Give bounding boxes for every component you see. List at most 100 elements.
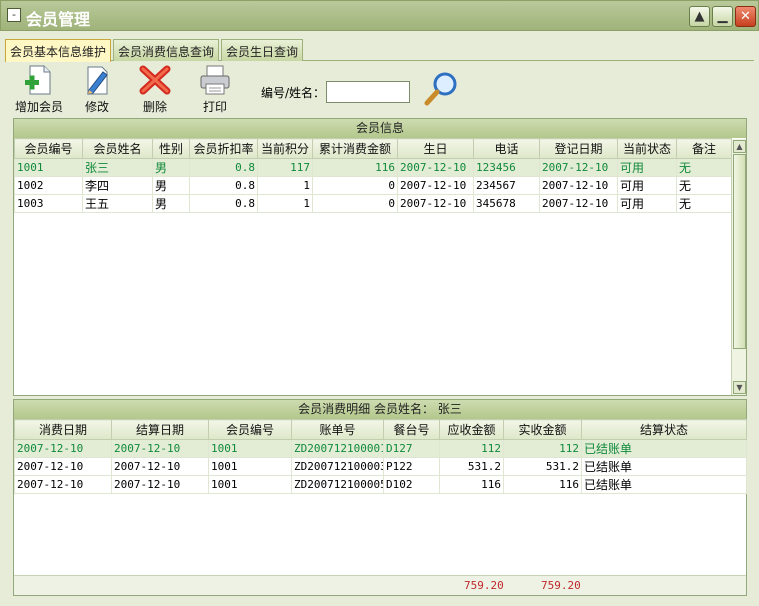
cell: 1001: [14, 158, 83, 177]
print-label: 打印: [202, 100, 227, 114]
delete-label: 删除: [142, 100, 167, 114]
toolbar: 增加会员 修改 删除 打印 编号/姓名：: [5, 62, 754, 118]
cell: 1003: [14, 194, 83, 213]
col-bill-no[interactable]: 账单号: [291, 419, 384, 440]
cell: 123456: [473, 158, 540, 177]
cell: 可用: [617, 194, 677, 213]
close-button[interactable]: ✕: [735, 6, 756, 27]
col-member-id[interactable]: 会员编号: [208, 419, 292, 440]
restore-button[interactable]: ▲: [689, 6, 710, 27]
cell: 1: [257, 194, 313, 213]
table-row[interactable]: 2007-12-10 2007-12-10 1001 ZD20071210000…: [14, 439, 747, 458]
table-row[interactable]: 2007-12-10 2007-12-10 1001 ZD20071210000…: [14, 457, 747, 476]
consumption-detail-panel: 会员消费明细 会员姓名： 张三 消费日期 结算日期 会员编号 账单号 餐台号 应…: [13, 399, 747, 596]
cell: 已结账单: [581, 475, 747, 494]
cell: 1001: [208, 439, 292, 458]
cell: 0: [312, 176, 398, 195]
cell: 2007-12-10: [111, 457, 209, 476]
col-table-no[interactable]: 餐台号: [383, 419, 440, 440]
cell: D127: [383, 439, 440, 458]
add-member-label: 增加会员: [14, 100, 63, 114]
cell: 531.2: [503, 457, 582, 476]
col-register-date[interactable]: 登记日期: [539, 138, 618, 159]
col-received[interactable]: 实收金额: [503, 419, 582, 440]
tab-consumption-query[interactable]: 会员消费信息查询: [113, 39, 220, 61]
col-phone[interactable]: 电话: [473, 138, 540, 159]
delete-button[interactable]: 删除: [135, 64, 175, 115]
table-row[interactable]: 2007-12-10 2007-12-10 1001 ZD20071210000…: [14, 475, 747, 494]
cell: 1002: [14, 176, 83, 195]
cell: P122: [383, 457, 440, 476]
print-button[interactable]: 打印: [195, 64, 235, 115]
member-info-panel: 会员信息 会员编号 会员姓名 性别 会员折扣率 当前积分 累计消费金额 生日 电…: [13, 118, 747, 396]
cell: 2007-12-10: [111, 439, 209, 458]
col-points[interactable]: 当前积分: [257, 138, 313, 159]
cell: 王五: [82, 194, 153, 213]
add-document-icon: [25, 65, 51, 95]
cell: 无: [676, 158, 732, 177]
col-receivable[interactable]: 应收金额: [439, 419, 504, 440]
cell: 116: [503, 475, 582, 494]
cell: 112: [503, 439, 582, 458]
member-info-title: 会员信息: [14, 119, 746, 138]
col-member-name[interactable]: 会员姓名: [82, 138, 153, 159]
cell: 李四: [82, 176, 153, 195]
col-birthday[interactable]: 生日: [397, 138, 474, 159]
cell: ZD200712100003: [291, 457, 384, 476]
col-discount[interactable]: 会员折扣率: [189, 138, 258, 159]
tab-bar: 会员基本信息维护 会员消费信息查询 会员生日查询: [5, 39, 754, 62]
printer-icon: [200, 65, 230, 95]
search-icon[interactable]: [423, 70, 461, 108]
tab-birthday-query[interactable]: 会员生日查询: [221, 39, 304, 61]
cell: 345678: [473, 194, 540, 213]
col-total-spent[interactable]: 累计消费金额: [312, 138, 398, 159]
cell: 男: [152, 158, 190, 177]
cell: 已结账单: [581, 457, 747, 476]
cell: D102: [383, 475, 440, 494]
edit-label: 修改: [84, 100, 109, 114]
scroll-down-icon[interactable]: ▼: [733, 381, 746, 394]
cell: 2007-12-10: [397, 158, 474, 177]
member-table-scrollbar[interactable]: ▲ ▼: [731, 139, 746, 395]
consumption-detail-title: 会员消费明细 会员姓名： 张三: [14, 400, 746, 419]
member-table-header: 会员编号 会员姓名 性别 会员折扣率 当前积分 累计消费金额 生日 电话 登记日…: [14, 138, 732, 159]
scroll-thumb[interactable]: [733, 154, 746, 349]
search-label: 编号/姓名：: [261, 86, 326, 100]
edit-button[interactable]: 修改: [77, 64, 117, 115]
col-settle-status[interactable]: 结算状态: [581, 419, 747, 440]
table-row[interactable]: 1001 张三 男 0.8 117 116 2007-12-10 123456 …: [14, 158, 732, 177]
consumption-table-header: 消费日期 结算日期 会员编号 账单号 餐台号 应收金额 实收金额 结算状态: [14, 419, 747, 440]
system-menu-icon[interactable]: -: [7, 8, 21, 22]
tab-member-info[interactable]: 会员基本信息维护: [5, 39, 112, 62]
col-member-id[interactable]: 会员编号: [14, 138, 83, 159]
cell: 0.8: [189, 176, 258, 195]
col-consume-date[interactable]: 消费日期: [14, 419, 112, 440]
cell: 116: [312, 158, 398, 177]
cell: 0.8: [189, 194, 258, 213]
cell: 可用: [617, 176, 677, 195]
minimize-button[interactable]: ▁: [712, 6, 733, 27]
cell: 2007-12-10: [14, 475, 112, 494]
cell: 2007-12-10: [397, 176, 474, 195]
table-row[interactable]: 1002 李四 男 0.8 1 0 2007-12-10 234567 2007…: [14, 176, 732, 195]
total-received: 759.20: [541, 579, 581, 592]
scroll-up-icon[interactable]: ▲: [733, 140, 746, 153]
col-remark[interactable]: 备注: [676, 138, 732, 159]
cell: 2007-12-10: [397, 194, 474, 213]
table-row[interactable]: 1003 王五 男 0.8 1 0 2007-12-10 345678 2007…: [14, 194, 732, 213]
cell: 2007-12-10: [539, 194, 618, 213]
total-receivable: 759.20: [464, 579, 504, 592]
cell: 2007-12-10: [14, 457, 112, 476]
delete-x-icon: [139, 65, 171, 95]
search-input[interactable]: [326, 81, 410, 103]
cell: 男: [152, 194, 190, 213]
cell: 0.8: [189, 158, 258, 177]
add-member-button[interactable]: 增加会员: [13, 64, 65, 115]
summary-footer: 759.20 759.20: [14, 575, 746, 595]
col-gender[interactable]: 性别: [152, 138, 190, 159]
col-status[interactable]: 当前状态: [617, 138, 677, 159]
cell: 张三: [82, 158, 153, 177]
cell: 无: [676, 194, 732, 213]
cell: 2007-12-10: [111, 475, 209, 494]
col-settle-date[interactable]: 结算日期: [111, 419, 209, 440]
